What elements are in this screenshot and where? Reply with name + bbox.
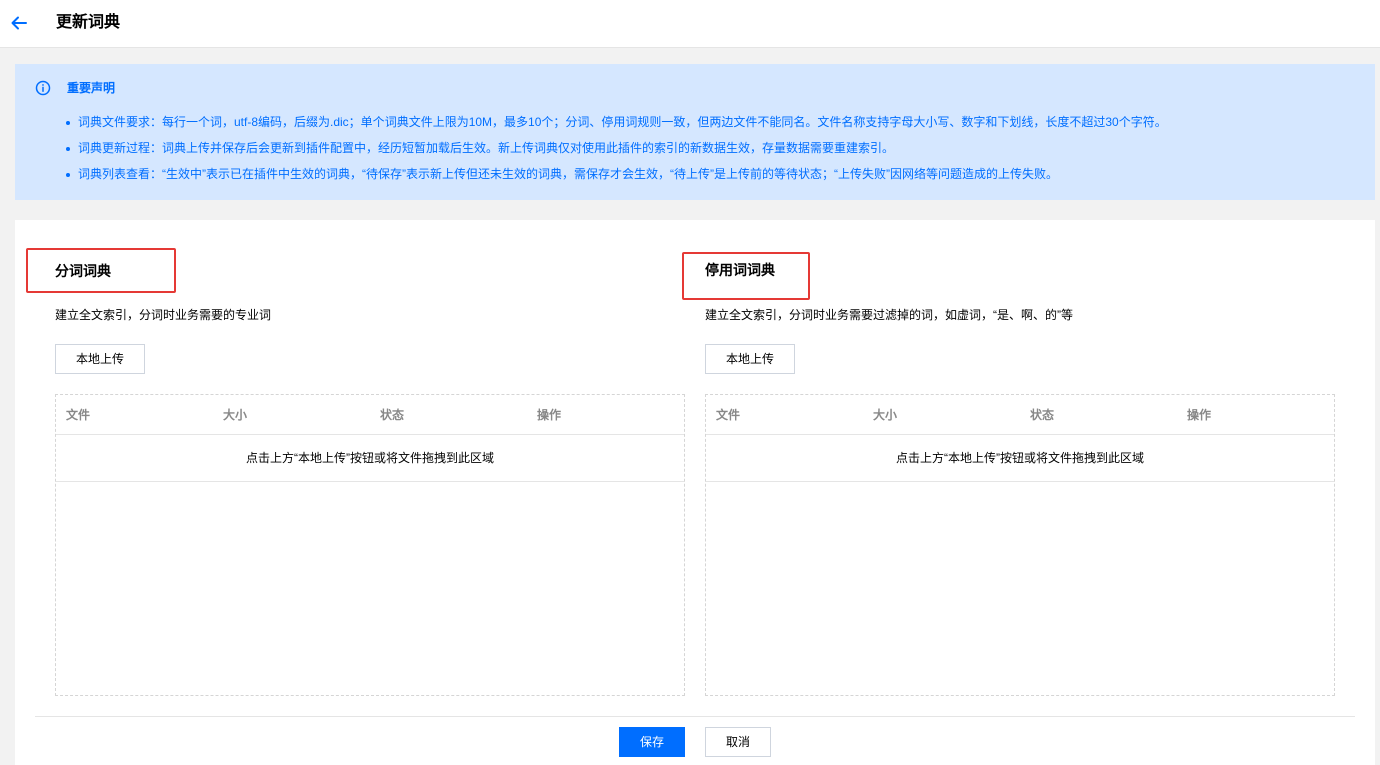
info-circle-icon bbox=[35, 80, 51, 96]
segmentation-description: 建立全文索引，分词时业务需要的专业词 bbox=[55, 308, 272, 322]
back-button[interactable] bbox=[8, 12, 30, 34]
segmentation-upload-button[interactable]: 本地上传 bbox=[55, 344, 145, 374]
column-action: 操作 bbox=[537, 408, 562, 422]
stopwords-upload-button[interactable]: 本地上传 bbox=[705, 344, 795, 374]
dictionary-panel: 分词词典 建立全文索引，分词时业务需要的专业词 本地上传 文件 大小 状态 操作… bbox=[15, 220, 1375, 765]
table-header: 文件 大小 状态 操作 bbox=[56, 395, 684, 435]
column-action: 操作 bbox=[1187, 408, 1212, 422]
stopwords-dictionary: 停用词词典 建立全文索引，分词时业务需要过滤掉的词，如虚词，“是、啊、的”等 本… bbox=[705, 220, 1335, 700]
column-status: 状态 bbox=[1030, 408, 1055, 422]
empty-text: 点击上方“本地上传”按钮或将文件拖拽到此区域 bbox=[896, 451, 1144, 465]
page-title: 更新词典 bbox=[56, 14, 121, 31]
column-size: 大小 bbox=[873, 408, 898, 422]
column-file: 文件 bbox=[66, 408, 91, 422]
important-notice: 重要声明 词典文件要求：每行一个词，utf-8编码，后缀为.dic；单个词典文件… bbox=[15, 64, 1375, 200]
empty-drop-zone[interactable]: 点击上方“本地上传”按钮或将文件拖拽到此区域 bbox=[706, 435, 1334, 482]
column-file: 文件 bbox=[716, 408, 741, 422]
cancel-button[interactable]: 取消 bbox=[705, 727, 771, 757]
notice-title: 重要声明 bbox=[67, 81, 116, 95]
notice-list: 词典文件要求：每行一个词，utf-8编码，后缀为.dic；单个词典文件上限为10… bbox=[65, 114, 1167, 192]
page-header: 更新词典 bbox=[0, 0, 1380, 48]
stopwords-description: 建立全文索引，分词时业务需要过滤掉的词，如虚词，“是、啊、的”等 bbox=[705, 308, 1073, 322]
footer-divider bbox=[35, 716, 1355, 717]
arrow-left-icon bbox=[11, 16, 27, 30]
stopwords-title: 停用词词典 bbox=[705, 262, 775, 278]
notice-item: 词典更新过程：词典上传并保存后会更新到插件配置中，经历短暂加载后生效。新上传词典… bbox=[65, 140, 1167, 157]
segmentation-title: 分词词典 bbox=[55, 263, 111, 279]
table-header: 文件 大小 状态 操作 bbox=[706, 395, 1334, 435]
notice-item: 词典列表查看：“生效中”表示已在插件中生效的词典，“待保存”表示新上传但还未生效… bbox=[65, 166, 1167, 183]
column-status: 状态 bbox=[380, 408, 405, 422]
empty-text: 点击上方“本地上传”按钮或将文件拖拽到此区域 bbox=[246, 451, 494, 465]
stopwords-file-table[interactable]: 文件 大小 状态 操作 点击上方“本地上传”按钮或将文件拖拽到此区域 bbox=[705, 394, 1335, 696]
empty-drop-zone[interactable]: 点击上方“本地上传”按钮或将文件拖拽到此区域 bbox=[56, 435, 684, 482]
segmentation-dictionary: 分词词典 建立全文索引，分词时业务需要的专业词 本地上传 文件 大小 状态 操作… bbox=[55, 220, 685, 700]
column-size: 大小 bbox=[223, 408, 248, 422]
save-button[interactable]: 保存 bbox=[619, 727, 685, 757]
segmentation-file-table[interactable]: 文件 大小 状态 操作 点击上方“本地上传”按钮或将文件拖拽到此区域 bbox=[55, 394, 685, 696]
notice-item: 词典文件要求：每行一个词，utf-8编码，后缀为.dic；单个词典文件上限为10… bbox=[65, 114, 1167, 131]
